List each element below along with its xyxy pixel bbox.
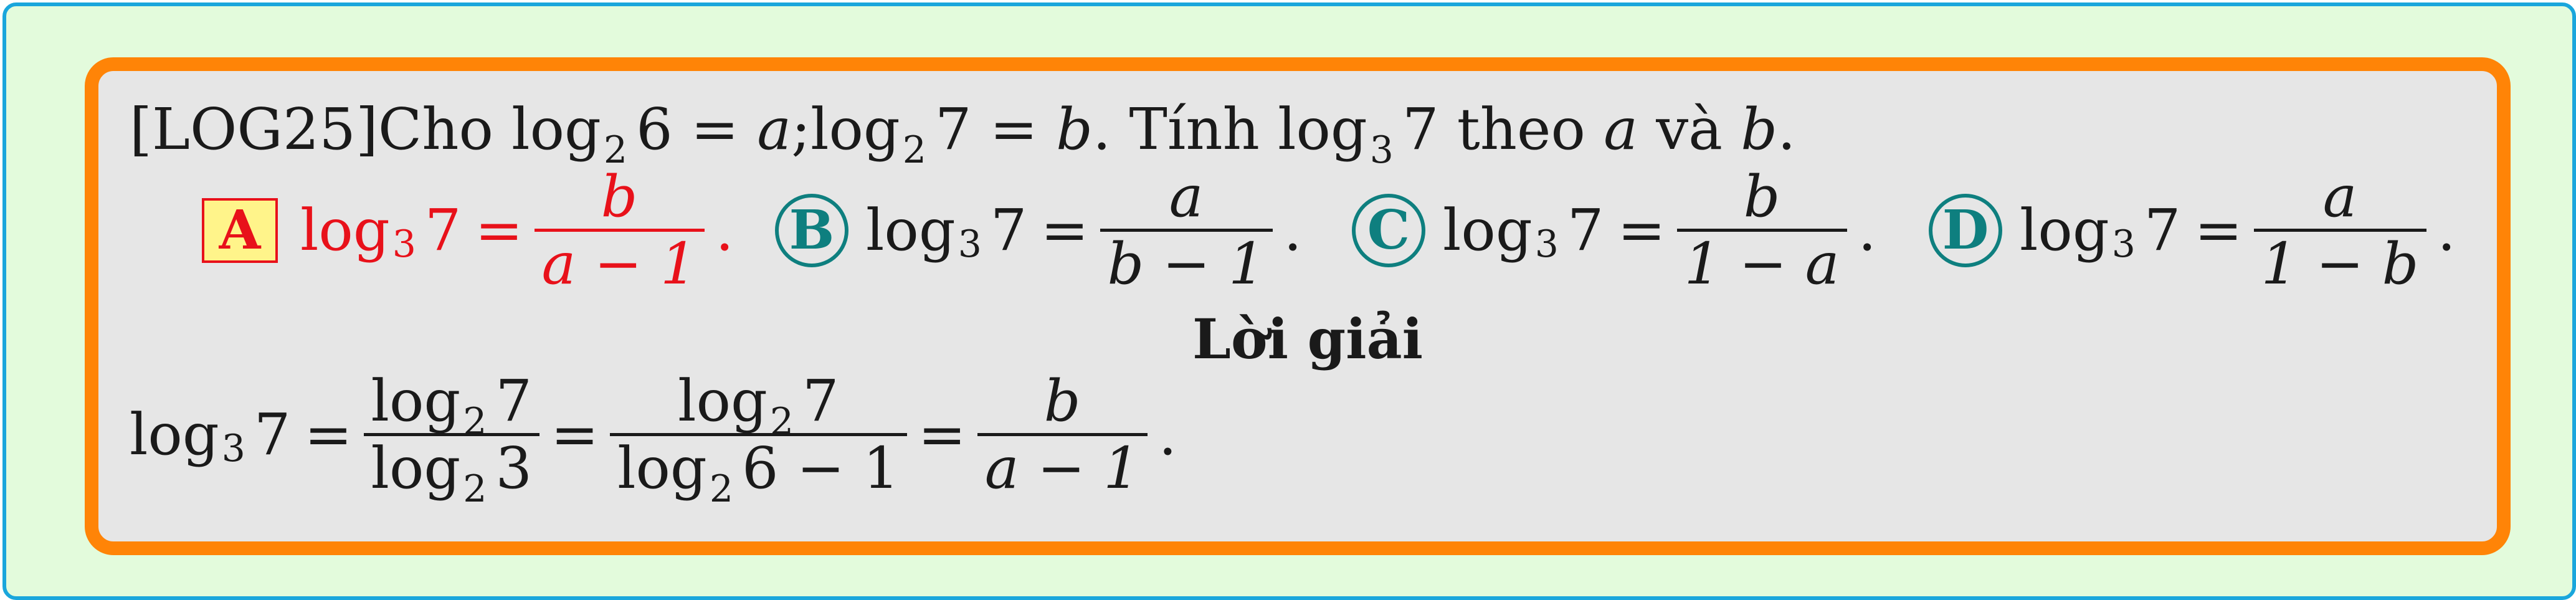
question-tag: [LOG25] xyxy=(130,96,378,163)
option-a-badge: A xyxy=(202,198,278,263)
solution-fraction-2: log2 7 log2 6 − 1 xyxy=(610,369,907,510)
option-c[interactable]: C log 3 7 = b 1 − a . xyxy=(1352,164,1876,296)
option-d-badge: D xyxy=(1929,193,2002,267)
question-line: [LOG25]Cho log2 6 = a;log2 7 = b. Tính log… xyxy=(130,96,1796,172)
solution-heading: Lời giải xyxy=(1192,307,1423,371)
option-b[interactable]: B log 3 7 = a b − 1 . xyxy=(775,164,1302,296)
option-a[interactable]: A log 3 7 = b a − 1 . xyxy=(202,164,734,296)
option-d-fraction: a 1 − b xyxy=(2253,164,2426,296)
solution-fraction-1: log2 7 log2 3 xyxy=(363,369,539,510)
question-cho: Cho xyxy=(378,96,493,163)
solution-equation: log 3 7 = log2 7 log2 3 = log2 7 log2 6 − 1 = … xyxy=(130,368,1177,512)
option-b-badge: B xyxy=(775,193,848,267)
option-d[interactable]: D log 3 7 = a 1 − b . xyxy=(1929,164,2456,296)
question-tinh: Tính xyxy=(1129,96,1260,163)
solution-fraction-3: b a − 1 xyxy=(977,369,1148,500)
problem-card: [LOG25]Cho log2 6 = a;log2 7 = b. Tính log… xyxy=(85,57,2511,555)
option-c-badge: C xyxy=(1352,193,1425,267)
option-b-fraction: a b − 1 xyxy=(1100,164,1273,296)
option-c-fraction: b 1 − a xyxy=(1676,164,1847,296)
option-a-fraction: b a − 1 xyxy=(534,164,705,296)
problem-frame: [LOG25]Cho log2 6 = a;log2 7 = b. Tính log… xyxy=(2,2,2576,600)
